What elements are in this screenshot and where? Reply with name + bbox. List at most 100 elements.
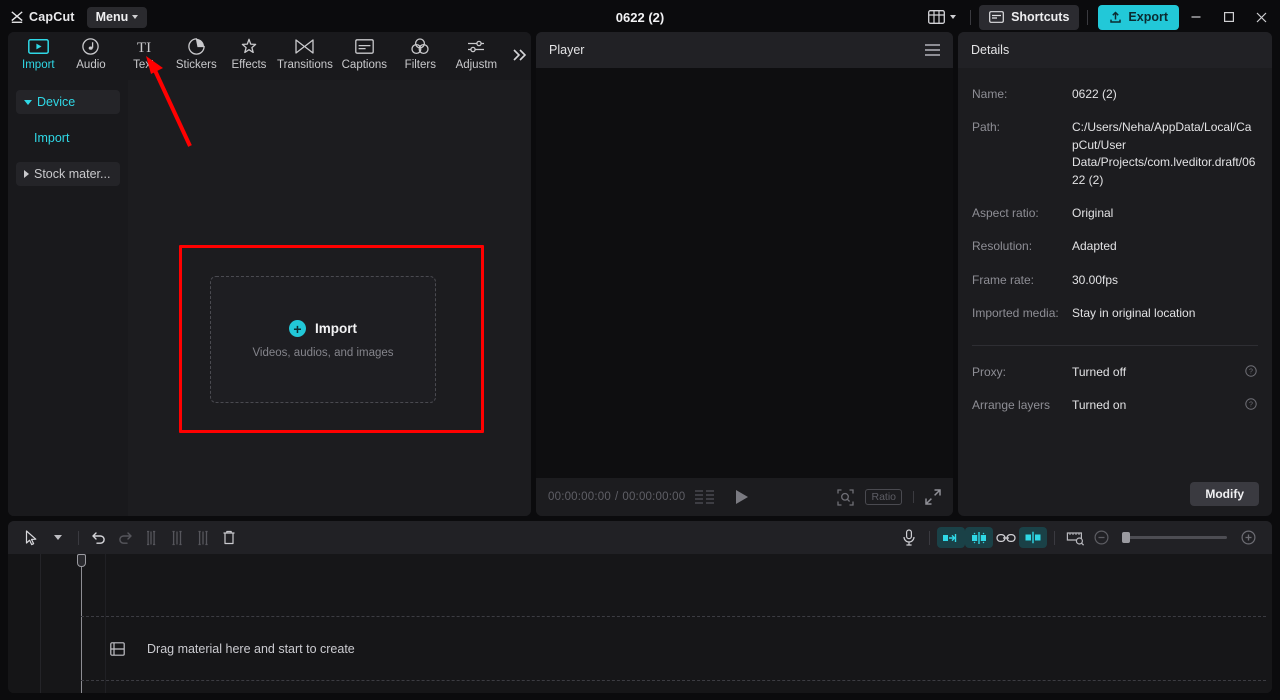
- tab-audio[interactable]: Audio: [65, 32, 118, 78]
- split-icon: [147, 530, 156, 545]
- chevron-double-right-icon: [512, 49, 526, 61]
- details-label: Resolution:: [972, 239, 1033, 254]
- close-button[interactable]: [1245, 0, 1278, 34]
- link-icon: [996, 533, 1016, 542]
- chevron-down-icon: [950, 15, 957, 19]
- sidebar-item-stock-materials[interactable]: Stock mater...: [16, 162, 120, 186]
- delete-button[interactable]: [216, 525, 242, 551]
- tab-transitions[interactable]: Transitions: [275, 32, 334, 78]
- tab-effects[interactable]: Effects: [223, 32, 276, 78]
- help-circle-icon[interactable]: ?: [1245, 397, 1258, 410]
- help-circle-icon[interactable]: ?: [1245, 364, 1258, 377]
- timeline-panel: Drag material here and start to create: [8, 521, 1272, 693]
- menu-button[interactable]: Menu: [86, 6, 148, 28]
- maximize-button[interactable]: [1212, 0, 1245, 34]
- tab-text[interactable]: TI Text: [117, 32, 170, 78]
- trim-right-button[interactable]: [190, 525, 216, 551]
- svg-text:?: ?: [1249, 402, 1253, 409]
- triangle-down-icon: [24, 99, 32, 105]
- details-header: Details: [958, 32, 1272, 68]
- player-total-time: 00:00:00:00: [622, 491, 686, 503]
- shortcuts-button[interactable]: Shortcuts: [979, 4, 1080, 30]
- select-tool-button[interactable]: [19, 525, 45, 551]
- playhead-handle[interactable]: [77, 554, 86, 567]
- link-clips-button[interactable]: [993, 525, 1019, 551]
- svg-text:?: ?: [1249, 368, 1253, 375]
- tab-filters[interactable]: Filters: [394, 32, 447, 78]
- plus-circle-icon: +: [289, 320, 306, 337]
- divider: [913, 491, 914, 503]
- svg-text:TI: TI: [137, 40, 151, 54]
- details-value: C:/Users/Neha/AppData/Local/CapCut/User …: [1072, 120, 1256, 187]
- keyframe-list-icon[interactable]: [695, 490, 715, 504]
- divider: [970, 9, 972, 25]
- tab-import[interactable]: Import: [12, 32, 65, 78]
- mirror-split-button[interactable]: [1019, 527, 1047, 548]
- shortcuts-label: Shortcuts: [1011, 10, 1070, 24]
- tab-import-label: Import: [22, 59, 55, 71]
- fullscreen-icon[interactable]: [925, 489, 941, 505]
- details-row-aspect-ratio: Aspect ratio: Original: [972, 205, 1258, 222]
- details-row-name: Name: 0622 (2): [972, 86, 1258, 103]
- divider: [929, 530, 930, 545]
- upload-icon: [1110, 10, 1122, 23]
- play-icon[interactable]: [736, 490, 749, 504]
- captions-icon: [354, 37, 374, 56]
- export-button[interactable]: Export: [1098, 4, 1179, 30]
- trim-left-icon: [172, 530, 182, 545]
- import-drop-zone-main: + Import: [289, 320, 357, 337]
- timeline-drop-hint: Drag material here and start to create: [147, 641, 355, 656]
- tab-stickers[interactable]: Stickers: [170, 32, 223, 78]
- player-panel: Player 00:00:00:00 / 00:00:00:00 Ratio: [536, 32, 953, 516]
- layout-icon: [928, 10, 946, 24]
- sidebar-item-import[interactable]: Import: [16, 126, 120, 150]
- import-drop-zone[interactable]: + Import Videos, audios, and images: [210, 276, 436, 403]
- tab-captions[interactable]: Captions: [335, 32, 394, 78]
- layout-button[interactable]: [922, 4, 962, 30]
- redo-button[interactable]: [112, 525, 138, 551]
- transitions-icon: [295, 37, 315, 56]
- maximize-icon: [1223, 12, 1234, 23]
- details-value: 30.00fps: [1072, 272, 1119, 287]
- select-tool-dropdown[interactable]: [45, 525, 71, 551]
- microphone-icon: [903, 529, 915, 546]
- app-brand-name: CapCut: [29, 10, 75, 24]
- zoom-fit-icon[interactable]: [837, 488, 855, 506]
- zoom-slider-knob[interactable]: [1122, 532, 1130, 543]
- preview-ruler-button[interactable]: [1062, 525, 1088, 551]
- details-title: Details: [971, 43, 1010, 57]
- timeline-ruler[interactable]: [41, 554, 1272, 574]
- hamburger-icon[interactable]: [925, 44, 940, 56]
- details-label: Name:: [972, 87, 1008, 101]
- divider: [78, 530, 79, 545]
- player-preview-stage[interactable]: [536, 68, 953, 478]
- tab-adjustment[interactable]: Adjustm: [447, 32, 506, 78]
- undo-button[interactable]: [86, 525, 112, 551]
- zoom-slider[interactable]: [1122, 532, 1227, 543]
- preview-ruler-icon: [1066, 531, 1084, 546]
- ratio-button[interactable]: Ratio: [865, 489, 902, 505]
- auto-cut-button[interactable]: [937, 527, 965, 548]
- tab-filters-label: Filters: [404, 59, 436, 71]
- trash-icon: [223, 530, 235, 545]
- more-tabs-button[interactable]: [508, 32, 531, 78]
- effects-icon: [240, 37, 258, 56]
- chevron-down-icon: [132, 15, 139, 19]
- zoom-in-button[interactable]: [1235, 525, 1261, 551]
- trim-left-button[interactable]: [164, 525, 190, 551]
- timeline-drop-track[interactable]: Drag material here and start to create: [81, 616, 1266, 681]
- details-label: Imported media:: [972, 306, 1059, 321]
- details-body: Name: 0622 (2) Path: C:/Users/Neha/AppDa…: [958, 68, 1272, 472]
- split-button[interactable]: [138, 525, 164, 551]
- sidebar-item-stock-materials-label: Stock mater...: [34, 167, 111, 181]
- chevron-down-icon: [54, 535, 62, 540]
- snap-button[interactable]: [965, 527, 993, 548]
- modify-button[interactable]: Modify: [1190, 482, 1259, 506]
- minimize-button[interactable]: [1179, 0, 1212, 34]
- zoom-out-button[interactable]: [1088, 525, 1114, 551]
- sidebar-item-device[interactable]: Device: [16, 90, 120, 114]
- details-label: Arrange layers: [972, 397, 1051, 412]
- timeline-canvas[interactable]: Drag material here and start to create: [8, 554, 1272, 693]
- record-voiceover-button[interactable]: [896, 525, 922, 551]
